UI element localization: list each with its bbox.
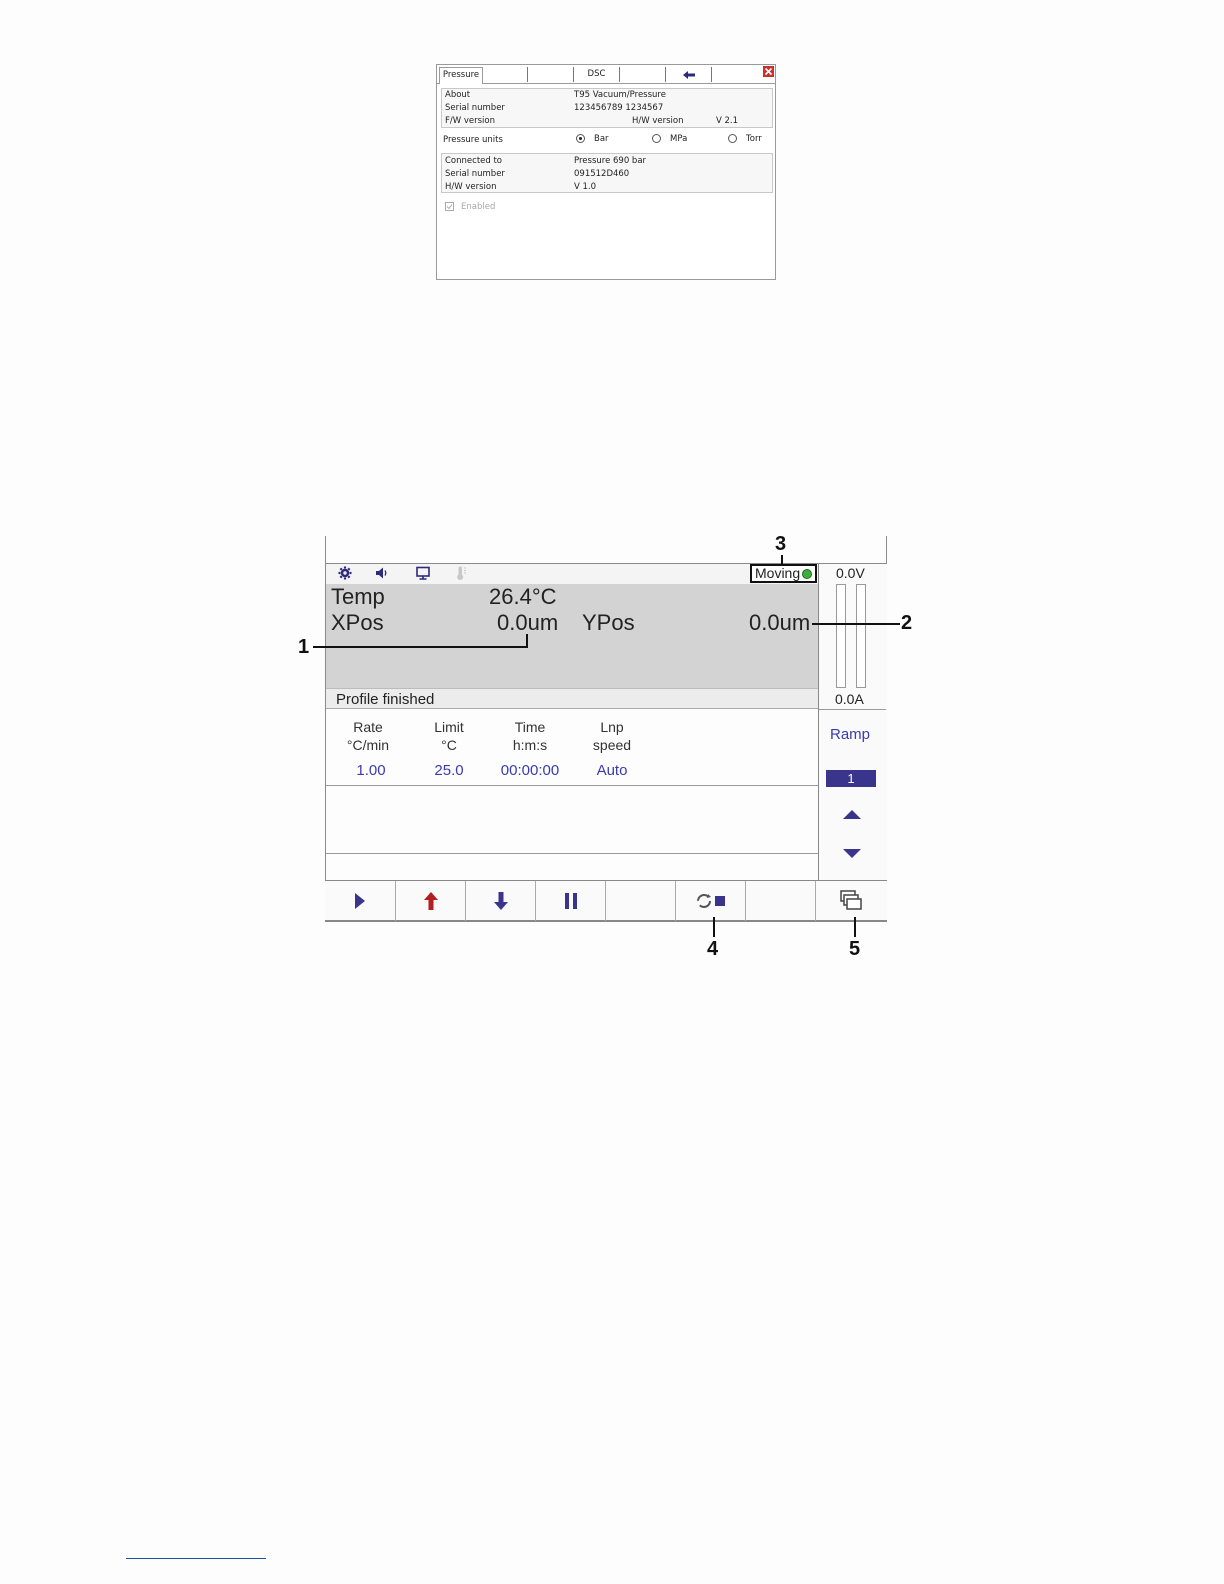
connected-serial-label: Serial number: [445, 169, 505, 179]
empty-button-2[interactable]: [746, 881, 816, 921]
hold-button[interactable]: [536, 881, 606, 921]
play-icon: [355, 893, 365, 909]
current-readout: 0.0A: [835, 691, 864, 707]
hw-version-label: H/W version: [632, 116, 684, 126]
connected-value: Pressure 690 bar: [574, 156, 647, 166]
bottom-toolbar: [325, 880, 887, 922]
about-label: About: [445, 90, 471, 100]
tab-dsc[interactable]: DSC: [574, 67, 620, 82]
ypos-value: 0.0um: [749, 610, 811, 635]
temp-label: Temp: [331, 584, 385, 609]
time-value[interactable]: 00:00:00: [489, 762, 571, 779]
scroll-up-button[interactable]: [842, 808, 862, 820]
empty-button[interactable]: [606, 881, 676, 921]
about-value: T95 Vacuum/Pressure: [574, 90, 666, 100]
controller-screen: Moving Temp 26.4°C XPos 0.0um YPos 0.0um…: [325, 536, 887, 922]
enabled-checkbox[interactable]: [445, 202, 454, 211]
scroll-down-button[interactable]: [842, 848, 862, 860]
voltage-readout: 0.0V: [836, 565, 865, 581]
callout-3: 3: [775, 533, 787, 555]
about-group: About T95 Vacuum/Pressure Serial number …: [441, 88, 773, 128]
speaker-icon[interactable]: [373, 565, 389, 581]
serial-value: 123456789 1234567: [574, 103, 664, 113]
ramp-number[interactable]: 1: [826, 770, 876, 787]
connected-group: Connected to Pressure 690 bar Serial num…: [441, 153, 773, 193]
heat-button[interactable]: [396, 881, 466, 921]
radio-torr-label: Torr: [746, 134, 762, 144]
hw-version-value: V 2.1: [716, 116, 739, 126]
callout-5: 5: [849, 938, 861, 960]
radio-mpa-label: MPa: [670, 134, 688, 144]
readout-panel: Temp 26.4°C XPos 0.0um YPos 0.0um: [326, 584, 818, 688]
cycle-stop-icon: [696, 894, 725, 908]
callout-2: 2: [901, 612, 913, 634]
windows-icon: [840, 890, 862, 910]
windows-button[interactable]: [816, 881, 886, 921]
cool-button[interactable]: [466, 881, 536, 921]
close-button[interactable]: [763, 66, 774, 77]
close-icon: [764, 67, 773, 76]
status-led: [802, 569, 812, 579]
tab-5[interactable]: [620, 67, 666, 82]
voltage-bar: [836, 584, 846, 688]
back-arrow-icon: [682, 71, 695, 79]
pressure-settings-dialog: Pressure DSC About T95 Vacuum/Pressure S…: [436, 64, 776, 280]
limit-value[interactable]: 25.0: [421, 762, 477, 779]
back-button[interactable]: [666, 67, 712, 82]
connected-hw-label: H/W version: [445, 182, 497, 192]
tab-3[interactable]: [528, 67, 574, 82]
enabled-label: Enabled: [461, 202, 496, 212]
side-panel: [818, 564, 887, 880]
gear-icon[interactable]: [337, 565, 353, 581]
tab-2[interactable]: [484, 67, 528, 82]
footer-link-underline: [126, 1558, 266, 1559]
ypos-label: YPos: [582, 610, 635, 635]
connected-hw-value: V 1.0: [574, 182, 597, 192]
xpos-value: 0.0um: [497, 610, 559, 635]
time-column-header: Time h:m:s: [512, 719, 548, 753]
thermometer-icon: [457, 566, 466, 580]
serial-label: Serial number: [445, 103, 505, 113]
start-button[interactable]: [325, 881, 396, 921]
monitor-icon[interactable]: [415, 565, 431, 581]
cool-down-arrow-icon: [493, 892, 508, 910]
current-bar: [856, 584, 866, 688]
check-icon: [446, 204, 453, 210]
rate-column-header: Rate °C/min: [346, 719, 390, 753]
radio-mpa[interactable]: [652, 134, 661, 143]
pressure-units-label: Pressure units: [443, 135, 503, 145]
pause-icon: [564, 893, 577, 909]
limit-column-header: Limit °C: [434, 719, 464, 753]
xpos-label: XPos: [331, 610, 384, 635]
radio-torr[interactable]: [728, 134, 737, 143]
lnp-speed-column-header: Lnp speed: [592, 719, 632, 753]
profile-status: Profile finished: [326, 688, 818, 709]
temp-value: 26.4°C: [489, 584, 557, 609]
radio-bar[interactable]: [576, 134, 585, 143]
callout-1: 1: [298, 636, 310, 658]
fw-version-label: F/W version: [445, 116, 495, 126]
lnp-speed-value[interactable]: Auto: [583, 762, 641, 779]
tab-strip: Pressure DSC: [437, 65, 775, 84]
status-bar: [326, 564, 818, 584]
rate-value[interactable]: 1.00: [339, 762, 403, 779]
connected-label: Connected to: [445, 156, 503, 166]
connected-serial-value: 091512D460: [574, 169, 630, 179]
tab-pressure[interactable]: Pressure: [439, 67, 483, 84]
moving-status-indicator: Moving: [750, 564, 817, 583]
radio-bar-label: Bar: [594, 134, 609, 144]
heat-up-arrow-icon: [423, 892, 438, 910]
callout-4: 4: [707, 938, 719, 960]
ramp-label: Ramp: [830, 726, 871, 743]
cycle-stop-button[interactable]: [676, 881, 746, 921]
